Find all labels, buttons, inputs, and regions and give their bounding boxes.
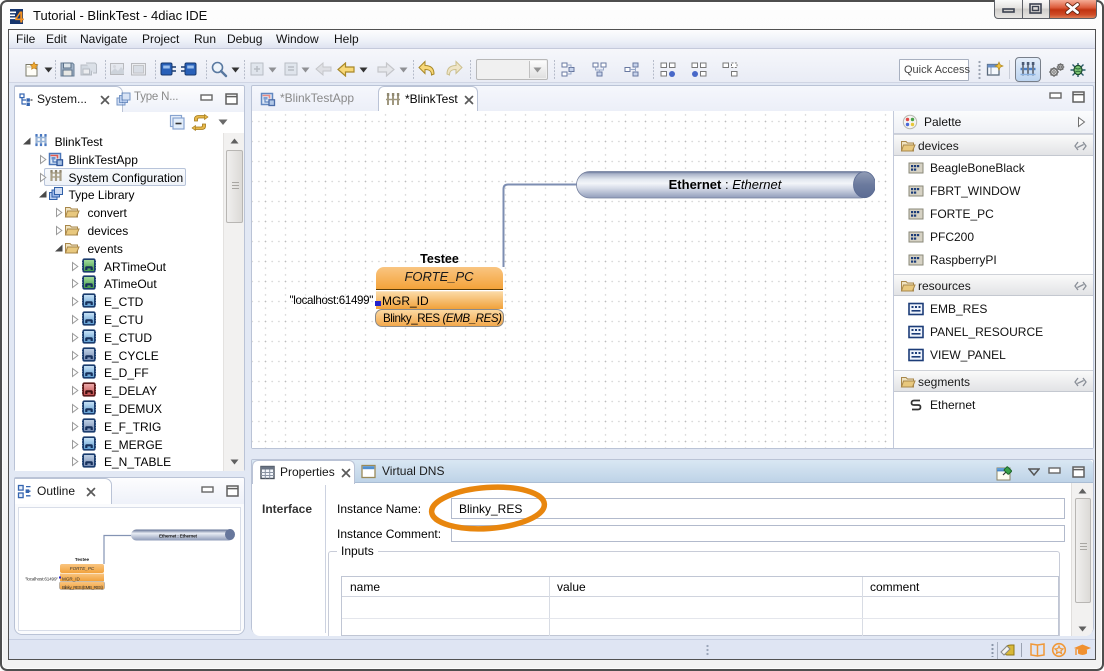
- svg-text:4: 4: [15, 10, 24, 26]
- svg-text:FORTE_PC: FORTE_PC: [70, 566, 95, 571]
- svg-text:"localhost:61499": "localhost:61499": [25, 577, 58, 582]
- svg-text:Blinky_RES (EMB_RES): Blinky_RES (EMB_RES): [62, 585, 103, 590]
- svg-text:MGR_ID: MGR_ID: [62, 577, 81, 582]
- svg-text:Ethernet : Ethernet: Ethernet : Ethernet: [159, 534, 197, 539]
- svg-text:Testee: Testee: [75, 557, 90, 562]
